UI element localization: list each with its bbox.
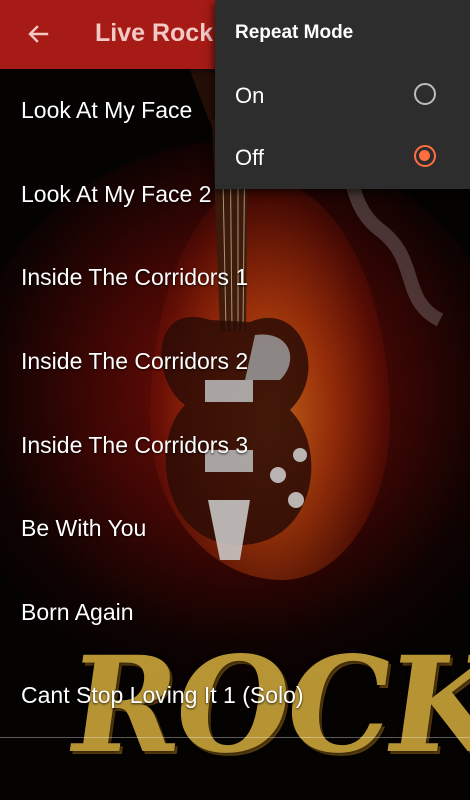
song-title: Inside The Corridors 1 [21, 264, 249, 291]
song-list-item[interactable]: Inside The Corridors 2 [0, 320, 470, 404]
option-label: Off [235, 145, 264, 170]
song-title: Look At My Face 2 [21, 180, 212, 207]
song-title: Be With You [21, 515, 147, 542]
song-list-item[interactable]: Cant Stop Loving It 1 (Solo) [0, 654, 470, 738]
menu-title: Repeat Mode [235, 22, 354, 43]
song-title: Born Again [21, 598, 134, 625]
radio-checked-icon[interactable] [414, 145, 436, 167]
repeat-mode-menu: Repeat Mode On Off [215, 0, 470, 189]
song-list-item[interactable]: Be With You [0, 487, 470, 571]
arrow-left-icon [28, 25, 49, 43]
repeat-option-on[interactable]: On [215, 66, 470, 126]
song-title: Look At My Face [21, 97, 193, 124]
page-title: Live Rock [95, 19, 214, 47]
song-title: Inside The Corridors 3 [21, 431, 249, 458]
option-label: On [235, 83, 265, 108]
song-title: Inside The Corridors 2 [21, 348, 249, 375]
song-title: Cant Stop Loving It 1 (Solo) [21, 681, 304, 708]
repeat-option-off[interactable]: Off [215, 128, 470, 188]
radio-unchecked-icon[interactable] [414, 83, 436, 105]
song-list-item[interactable]: Inside The Corridors 1 [0, 236, 470, 320]
song-list-item[interactable]: Born Again [0, 571, 470, 655]
back-button[interactable] [22, 18, 54, 50]
screen: ROCK Live Rock Look At My Face Look At M… [0, 0, 470, 800]
song-list-item[interactable]: Inside The Corridors 3 [0, 403, 470, 487]
